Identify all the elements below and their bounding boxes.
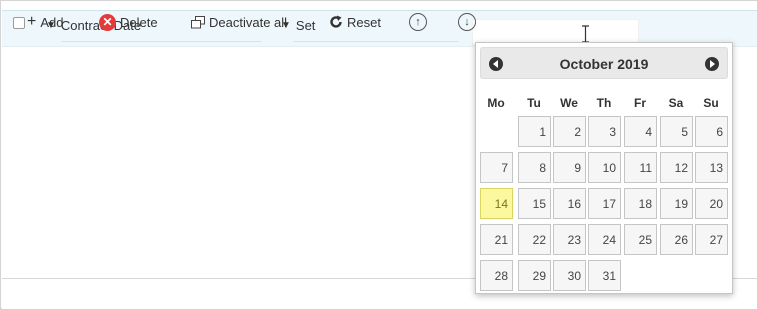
weekday-label: Fr xyxy=(634,96,646,110)
select-all-checkbox[interactable] xyxy=(13,17,25,29)
calendar-day[interactable]: 28 xyxy=(480,260,513,291)
calendar-day[interactable]: 7 xyxy=(480,152,513,183)
set-label: Set xyxy=(295,17,316,33)
grid-panel: ▼ Contract Date ▼ Set + Add ✕ Delete Dea… xyxy=(0,0,758,309)
datepicker-popup: October 2019 Mo Tu We Th Fr Sa Su 1 2 3 4 5 6 7 8 9 10 1… xyxy=(475,42,733,294)
add-button[interactable]: + Add xyxy=(27,13,63,31)
weekday-label: Th xyxy=(596,96,612,110)
move-down-button[interactable]: ↓ xyxy=(458,13,476,31)
deactivate-all-button[interactable]: Deactivate all xyxy=(191,13,287,31)
calendar-day[interactable]: 1 xyxy=(518,116,551,147)
calendar-day[interactable]: 16 xyxy=(553,188,586,219)
calendar-day[interactable]: 2 xyxy=(553,116,586,147)
calendar-day[interactable]: 25 xyxy=(624,224,657,255)
calendar-day[interactable]: 31 xyxy=(588,260,621,291)
delete-x-icon: ✕ xyxy=(99,13,116,31)
calendar-day[interactable]: 29 xyxy=(518,260,551,291)
calendar-day[interactable]: 6 xyxy=(695,116,728,147)
calendar-day[interactable]: 3 xyxy=(588,116,621,147)
calendar-day[interactable]: 22 xyxy=(518,224,551,255)
calendar-day[interactable]: 4 xyxy=(624,116,657,147)
calendar-day[interactable]: 12 xyxy=(660,152,693,183)
calendar-day[interactable]: 27 xyxy=(695,224,728,255)
calendar-day[interactable]: 11 xyxy=(624,152,657,183)
month-year-title: October 2019 xyxy=(559,56,649,72)
deactivate-all-label: Deactivate all xyxy=(209,14,288,30)
weekday-label: We xyxy=(560,96,578,110)
contract-date-filter-underline xyxy=(61,41,261,42)
calendar-day[interactable]: 21 xyxy=(480,224,513,255)
arrow-down-circle-icon: ↓ xyxy=(458,13,476,31)
reset-button[interactable]: Reset xyxy=(329,13,381,31)
calendar-day[interactable]: 19 xyxy=(660,188,693,219)
refresh-icon xyxy=(329,15,343,29)
calendar-day[interactable]: 18 xyxy=(624,188,657,219)
text-cursor-icon xyxy=(582,25,589,43)
delete-button[interactable]: ✕ Delete xyxy=(99,13,158,31)
calendar-day[interactable]: 10 xyxy=(588,152,621,183)
calendar-day[interactable]: 15 xyxy=(518,188,551,219)
weekday-label: Tu xyxy=(527,96,541,110)
calendar-day[interactable]: 9 xyxy=(553,152,586,183)
arrow-up-circle-icon: ↑ xyxy=(409,13,427,31)
plus-icon: + xyxy=(27,13,37,30)
calendar-day[interactable]: 26 xyxy=(660,224,693,255)
set-filter-underline xyxy=(294,41,459,42)
calendar-day[interactable]: 24 xyxy=(588,224,621,255)
copy-windows-icon xyxy=(191,15,205,29)
add-label: Add xyxy=(40,14,64,30)
calendar-day[interactable]: 8 xyxy=(518,152,551,183)
calendar-day[interactable]: 5 xyxy=(660,116,693,147)
weekday-label: Mo xyxy=(487,96,505,110)
delete-label: Delete xyxy=(120,14,158,30)
calendar-day[interactable]: 30 xyxy=(553,260,586,291)
calendar-day[interactable]: 23 xyxy=(553,224,586,255)
move-up-button[interactable]: ↑ xyxy=(409,13,427,31)
datepicker-header: October 2019 xyxy=(480,47,728,79)
calendar-day[interactable]: 13 xyxy=(695,152,728,183)
weekday-label: Sa xyxy=(668,96,684,110)
reset-label: Reset xyxy=(347,14,381,30)
calendar-day[interactable]: 20 xyxy=(695,188,728,219)
weekday-label: Su xyxy=(703,96,719,110)
calendar-day[interactable]: 17 xyxy=(588,188,621,219)
next-month-icon[interactable] xyxy=(705,57,719,71)
calendar-day-today[interactable]: 14 xyxy=(480,188,513,219)
